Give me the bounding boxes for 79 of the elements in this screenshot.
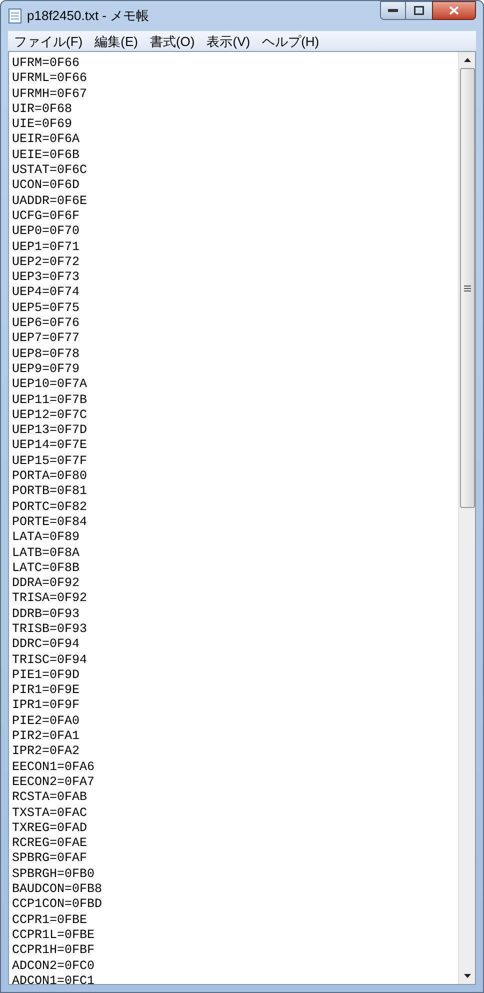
minimize-icon — [388, 9, 398, 12]
menu-item[interactable]: 表示(V) — [202, 32, 256, 50]
text-line: UEP6=0F76 — [12, 316, 80, 332]
text-line: TXREG=0FAD — [12, 820, 88, 836]
text-line: TRISC=0F94 — [12, 652, 88, 668]
menu-item[interactable]: ヘルプ(H) — [257, 32, 324, 50]
text-line: PIE2=0FA0 — [12, 714, 80, 730]
text-line: CCPR1H=0FBF — [12, 943, 95, 959]
text-line: UEP11=0F7B — [12, 392, 88, 408]
window-title: p18f2450.txt - メモ帳 — [27, 7, 150, 26]
notepad-icon — [8, 8, 22, 24]
text-line: UEP15=0F7F — [12, 454, 88, 470]
text-line: PORTA=0F80 — [12, 469, 88, 484]
text-line: LATB=0F8A — [12, 546, 80, 561]
text-line: ADCON2=0FC0 — [12, 958, 95, 974]
scrollbar-thumb[interactable] — [460, 68, 474, 508]
text-line: PIE1=0F9D — [12, 668, 80, 684]
text-line: PIR2=0FA1 — [12, 729, 80, 744]
text-line: CCPR1L=0FBE — [12, 928, 95, 944]
text-line: UFRMH=0F67 — [12, 86, 88, 102]
text-line: RCSTA=0FAB — [12, 790, 88, 806]
text-line: UEP7=0F77 — [12, 331, 80, 347]
text-line: UEP5=0F75 — [12, 300, 80, 316]
text-line: PIR1=0F9E — [12, 683, 80, 698]
text-line: UEP2=0F72 — [12, 254, 80, 270]
text-line: UCFG=0F6F — [12, 208, 80, 224]
text-line: UFRM=0F66 — [12, 56, 80, 72]
text-line: IPR2=0FA2 — [12, 744, 80, 760]
maximize-button[interactable] — [406, 1, 432, 20]
text-line: UIE=0F69 — [12, 117, 72, 132]
text-line: UFRML=0F66 — [12, 71, 88, 87]
text-line: SPBRG=0FAF — [12, 851, 88, 867]
menu-item[interactable]: 編集(E) — [90, 32, 143, 50]
scroll-down-icon[interactable] — [464, 974, 470, 978]
text-line: PORTE=0F84 — [12, 514, 88, 530]
text-line: TRISA=0F92 — [12, 591, 88, 607]
text-line: DDRA=0F92 — [12, 576, 80, 592]
close-button[interactable] — [432, 1, 476, 20]
text-line: PORTC=0F82 — [12, 500, 88, 515]
scroll-up-icon[interactable] — [464, 58, 470, 62]
text-line: UEP14=0F7E — [12, 438, 88, 454]
text-line: IPR1=0F9F — [12, 698, 80, 714]
text-line: LATC=0F8B — [12, 560, 80, 576]
grip-icon — [464, 284, 470, 292]
menu-item[interactable]: ファイル(F) — [9, 32, 88, 50]
maximize-icon — [414, 6, 424, 15]
minimize-button[interactable] — [380, 1, 406, 20]
text-line: PORTB=0F81 — [12, 484, 88, 500]
text-line: UEIE=0F6B — [12, 148, 80, 164]
text-line: TXSTA=0FAC — [12, 806, 88, 821]
text-line: UEP3=0F73 — [12, 270, 80, 286]
text-line: DDRC=0F94 — [12, 637, 80, 653]
text-line: LATA=0F89 — [12, 530, 80, 546]
text-line: UEP4=0F74 — [12, 285, 80, 301]
text-line: UEP1=0F71 — [12, 240, 80, 255]
text-line: SPBRGH=0FB0 — [12, 866, 95, 882]
text-line: UEP10=0F7A — [12, 377, 88, 393]
text-line: BAUDCON=0FB8 — [12, 882, 102, 898]
text-line: EECON2=0FA7 — [12, 774, 95, 790]
scrollbar[interactable] — [458, 52, 475, 984]
close-icon — [449, 6, 459, 15]
text-line: ADCON1=0FC1 — [12, 974, 95, 984]
text-line: CCPR1=0FBE — [12, 912, 88, 928]
text-line: UADDR=0F6E — [12, 194, 88, 209]
text-line: UEP8=0F78 — [12, 346, 80, 362]
text-line: UEP13=0F7D — [12, 423, 88, 438]
text-line: UIR=0F68 — [12, 102, 72, 118]
text-line: USTAT=0F6C — [12, 163, 88, 178]
text-line: UEP12=0F7C — [12, 408, 88, 424]
text-line: UEP9=0F79 — [12, 362, 80, 378]
text-line: RCREG=0FAE — [12, 836, 88, 852]
text-line: TRISB=0F93 — [12, 622, 88, 638]
text-line: UEP0=0F70 — [12, 224, 80, 240]
menu-item[interactable]: 書式(O) — [144, 32, 200, 50]
text-line: EECON1=0FA6 — [12, 760, 95, 775]
text-line: CCP1CON=0FBD — [12, 897, 102, 913]
text-line: UCON=0F6D — [12, 178, 80, 194]
text-line: UEIR=0F6A — [12, 132, 80, 148]
text-line: DDRB=0F93 — [12, 606, 80, 622]
